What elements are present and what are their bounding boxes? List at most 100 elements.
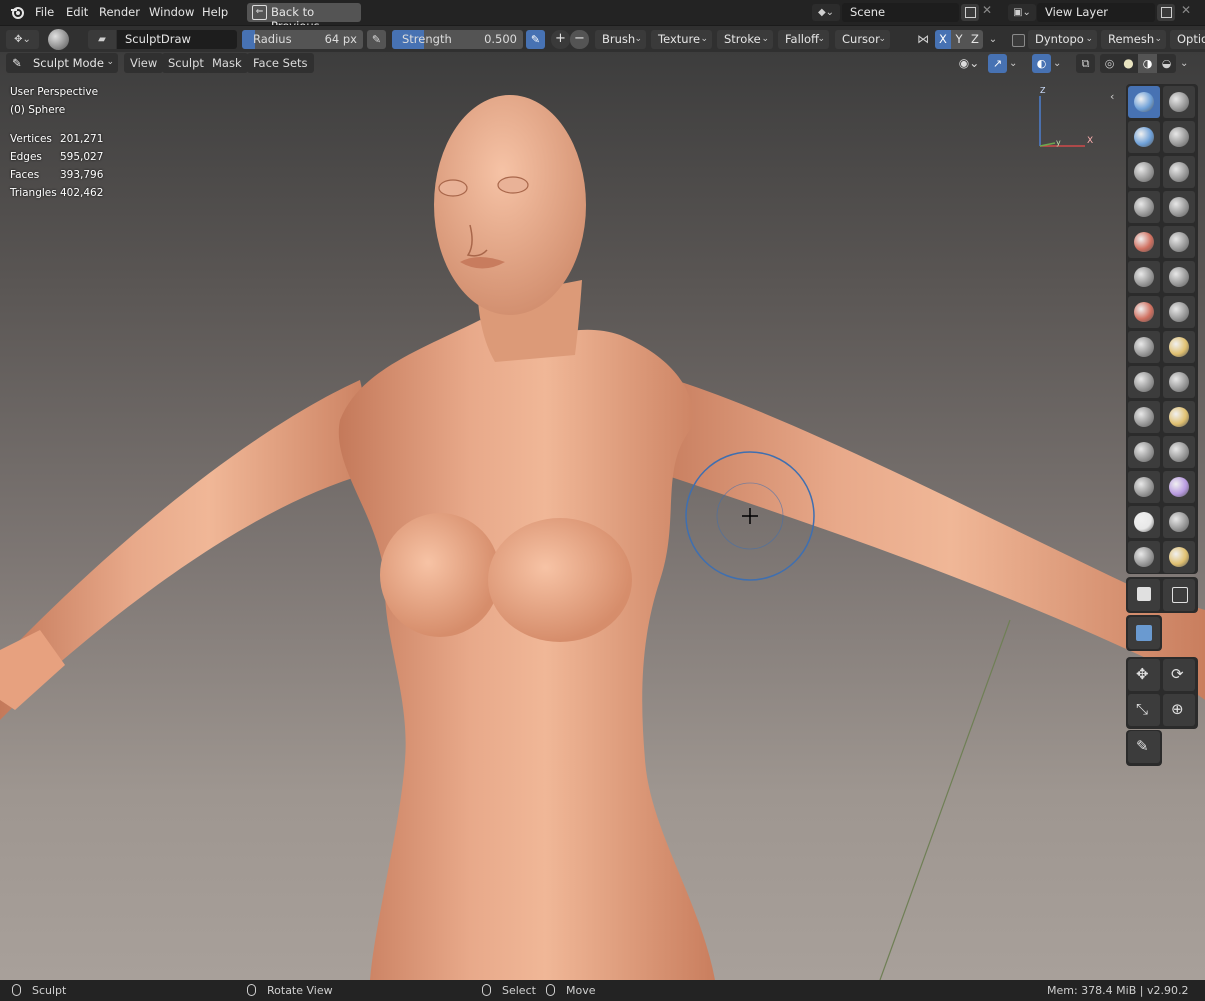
3d-viewport[interactable]: ✎ Sculpt Mode ⌄ View Sculpt Mask Face Se… — [0, 52, 1205, 980]
radius-slider[interactable]: Radius 64 px — [242, 30, 363, 49]
radius-pressure-icon[interactable]: ✎ — [367, 30, 386, 49]
view-layer-copy-icon[interactable] — [1157, 4, 1175, 21]
scale-tool[interactable]: ⤡ — [1128, 694, 1160, 726]
options-label: Optio — [1177, 32, 1205, 46]
thumb-brush-tool[interactable] — [1128, 401, 1160, 433]
radius-value: 64 px — [324, 32, 357, 46]
menu-file[interactable]: File — [35, 5, 54, 19]
shading-solid-icon[interactable]: ● — [1119, 54, 1138, 73]
overlays-toggle-icon[interactable]: ◐ — [1032, 54, 1051, 73]
grab-brush-tool[interactable] — [1163, 331, 1195, 363]
smooth-brush-tool[interactable] — [1163, 226, 1195, 258]
gizmo-dropdown-icon[interactable]: ⌄ — [1009, 54, 1023, 73]
options-dropdown[interactable]: Optio — [1170, 30, 1205, 49]
draw-face-sets-brush-tool[interactable] — [1163, 541, 1195, 573]
remesh-dropdown[interactable]: Remesh ⌄ — [1101, 30, 1166, 49]
scene-selector-icon[interactable]: ◆⌄ — [812, 4, 840, 21]
fill-brush-tool[interactable] — [1163, 261, 1195, 293]
view-layer-selector-icon[interactable]: ▣⌄ — [1008, 4, 1036, 21]
snake-hook-brush-tool[interactable] — [1163, 366, 1195, 398]
gizmo-toggle-icon[interactable]: ↗ — [988, 54, 1007, 73]
left-breast — [380, 513, 500, 637]
xray-toggle-icon[interactable]: ⧉ — [1076, 54, 1095, 73]
mode-selector[interactable]: ✎ Sculpt Mode ⌄ — [6, 53, 118, 73]
sculpt-menu[interactable]: Sculpt — [162, 53, 210, 73]
clay-brush-tool[interactable] — [1128, 121, 1160, 153]
transform-tool[interactable]: ⊕ — [1163, 694, 1195, 726]
shading-rendered-icon[interactable]: ◒ — [1157, 54, 1176, 73]
menu-window[interactable]: Window — [149, 5, 194, 19]
face-sets-menu[interactable]: Face Sets — [247, 53, 314, 73]
move-tool[interactable]: ✥ — [1128, 659, 1160, 691]
layer-brush-tool[interactable] — [1163, 156, 1195, 188]
strength-pressure-icon[interactable]: ✎ — [526, 30, 545, 49]
direction-add-button[interactable]: + — [551, 30, 570, 49]
draw-sharp-brush-tool[interactable] — [1163, 86, 1195, 118]
mesh-filter-tool[interactable] — [1128, 617, 1160, 649]
flatten-brush-tool[interactable] — [1128, 261, 1160, 293]
strength-slider[interactable]: Strength 0.500 — [392, 30, 523, 49]
box-hide-tool[interactable] — [1163, 579, 1195, 611]
inflate-brush-tool[interactable] — [1128, 191, 1160, 223]
back-to-previous-button[interactable]: ⇐ Back to Previous — [247, 3, 361, 33]
scene-copy-icon[interactable] — [961, 4, 979, 21]
navigation-gizmo[interactable]: Z y X — [1030, 86, 1100, 150]
rotate-brush-tool[interactable] — [1163, 436, 1195, 468]
blob-brush-tool[interactable] — [1163, 191, 1195, 223]
scene-name-field[interactable]: Scene — [842, 3, 959, 22]
view-layer-close-icon[interactable]: ✕ — [1181, 3, 1191, 17]
dyntopo-checkbox[interactable] — [1012, 34, 1025, 47]
stroke-dropdown[interactable]: Stroke ⌄ — [717, 30, 773, 49]
menu-help[interactable]: Help — [202, 5, 228, 19]
simplify-brush-tool[interactable] — [1163, 506, 1195, 538]
draw-brush-tool[interactable] — [1128, 86, 1160, 118]
brush-datablock-icon[interactable]: ▰ — [88, 30, 116, 49]
box-mask-tool[interactable] — [1128, 579, 1160, 611]
clay-strips-brush-tool[interactable] — [1163, 121, 1195, 153]
shading-dropdown-icon[interactable]: ⌄ — [1180, 54, 1194, 73]
sidebar-toggle-chevron-icon[interactable]: ‹ — [1110, 90, 1114, 103]
mirror-x-toggle[interactable]: X — [935, 30, 951, 49]
scene-close-icon[interactable]: ✕ — [982, 3, 992, 17]
pinch-brush-tool[interactable] — [1128, 331, 1160, 363]
crease-brush-tool[interactable] — [1128, 226, 1160, 258]
direction-subtract-button[interactable]: − — [570, 30, 589, 49]
pose-brush-tool[interactable] — [1163, 401, 1195, 433]
dyntopo-dropdown[interactable]: Dyntopo ⌄ — [1028, 30, 1097, 49]
symmetry-icon[interactable]: ⋈ — [914, 31, 932, 48]
texture-dropdown[interactable]: Texture ⌄ — [651, 30, 712, 49]
clay-thumb-brush-tool[interactable] — [1128, 156, 1160, 188]
cursor-dropdown[interactable]: Cursor ⌄ — [835, 30, 890, 49]
mirror-z-toggle[interactable]: Z — [967, 30, 983, 49]
status-mode-label: Sculpt — [32, 984, 67, 997]
brush-name-field[interactable]: SculptDraw — [117, 30, 237, 49]
shading-wireframe-icon[interactable]: ◎ — [1100, 54, 1119, 73]
cloth-brush-tool[interactable] — [1128, 506, 1160, 538]
boundary-brush-tool[interactable] — [1163, 471, 1195, 503]
strength-label: Strength — [402, 32, 452, 46]
view-menu[interactable]: View — [124, 53, 164, 73]
annotate-tool[interactable]: ✎ — [1128, 731, 1160, 763]
nudge-brush-tool[interactable] — [1128, 436, 1160, 468]
symmetry-options-dropdown[interactable]: ⌄ — [986, 31, 1000, 48]
elastic-deform-brush-tool[interactable] — [1128, 366, 1160, 398]
editor-type-icon[interactable]: ✥⌄ — [6, 30, 39, 49]
mask-menu[interactable]: Mask — [206, 53, 248, 73]
rotate-tool[interactable]: ⟳ — [1163, 659, 1195, 691]
view-layer-name-field[interactable]: View Layer — [1037, 3, 1155, 22]
menu-edit[interactable]: Edit — [66, 5, 88, 19]
mask-brush-tool[interactable] — [1128, 541, 1160, 573]
menu-render[interactable]: Render — [99, 5, 140, 19]
scale-icon: ⤡ — [1136, 700, 1149, 718]
blender-logo-icon[interactable] — [10, 5, 25, 20]
overlays-dropdown-icon[interactable]: ⌄ — [1053, 54, 1067, 73]
shading-material-icon[interactable]: ◑ — [1138, 54, 1157, 73]
mirror-y-toggle[interactable]: Y — [951, 30, 967, 49]
falloff-dropdown[interactable]: Falloff ⌄ — [778, 30, 829, 49]
multiplane-scrape-brush-tool[interactable] — [1163, 296, 1195, 328]
brush-dropdown[interactable]: Brush ⌄ — [595, 30, 646, 49]
brush-preview-icon[interactable] — [48, 29, 69, 50]
slide-relax-brush-tool[interactable] — [1128, 471, 1160, 503]
visibility-eye-icon[interactable]: ◉⌄ — [954, 54, 984, 73]
scrape-brush-tool[interactable] — [1128, 296, 1160, 328]
